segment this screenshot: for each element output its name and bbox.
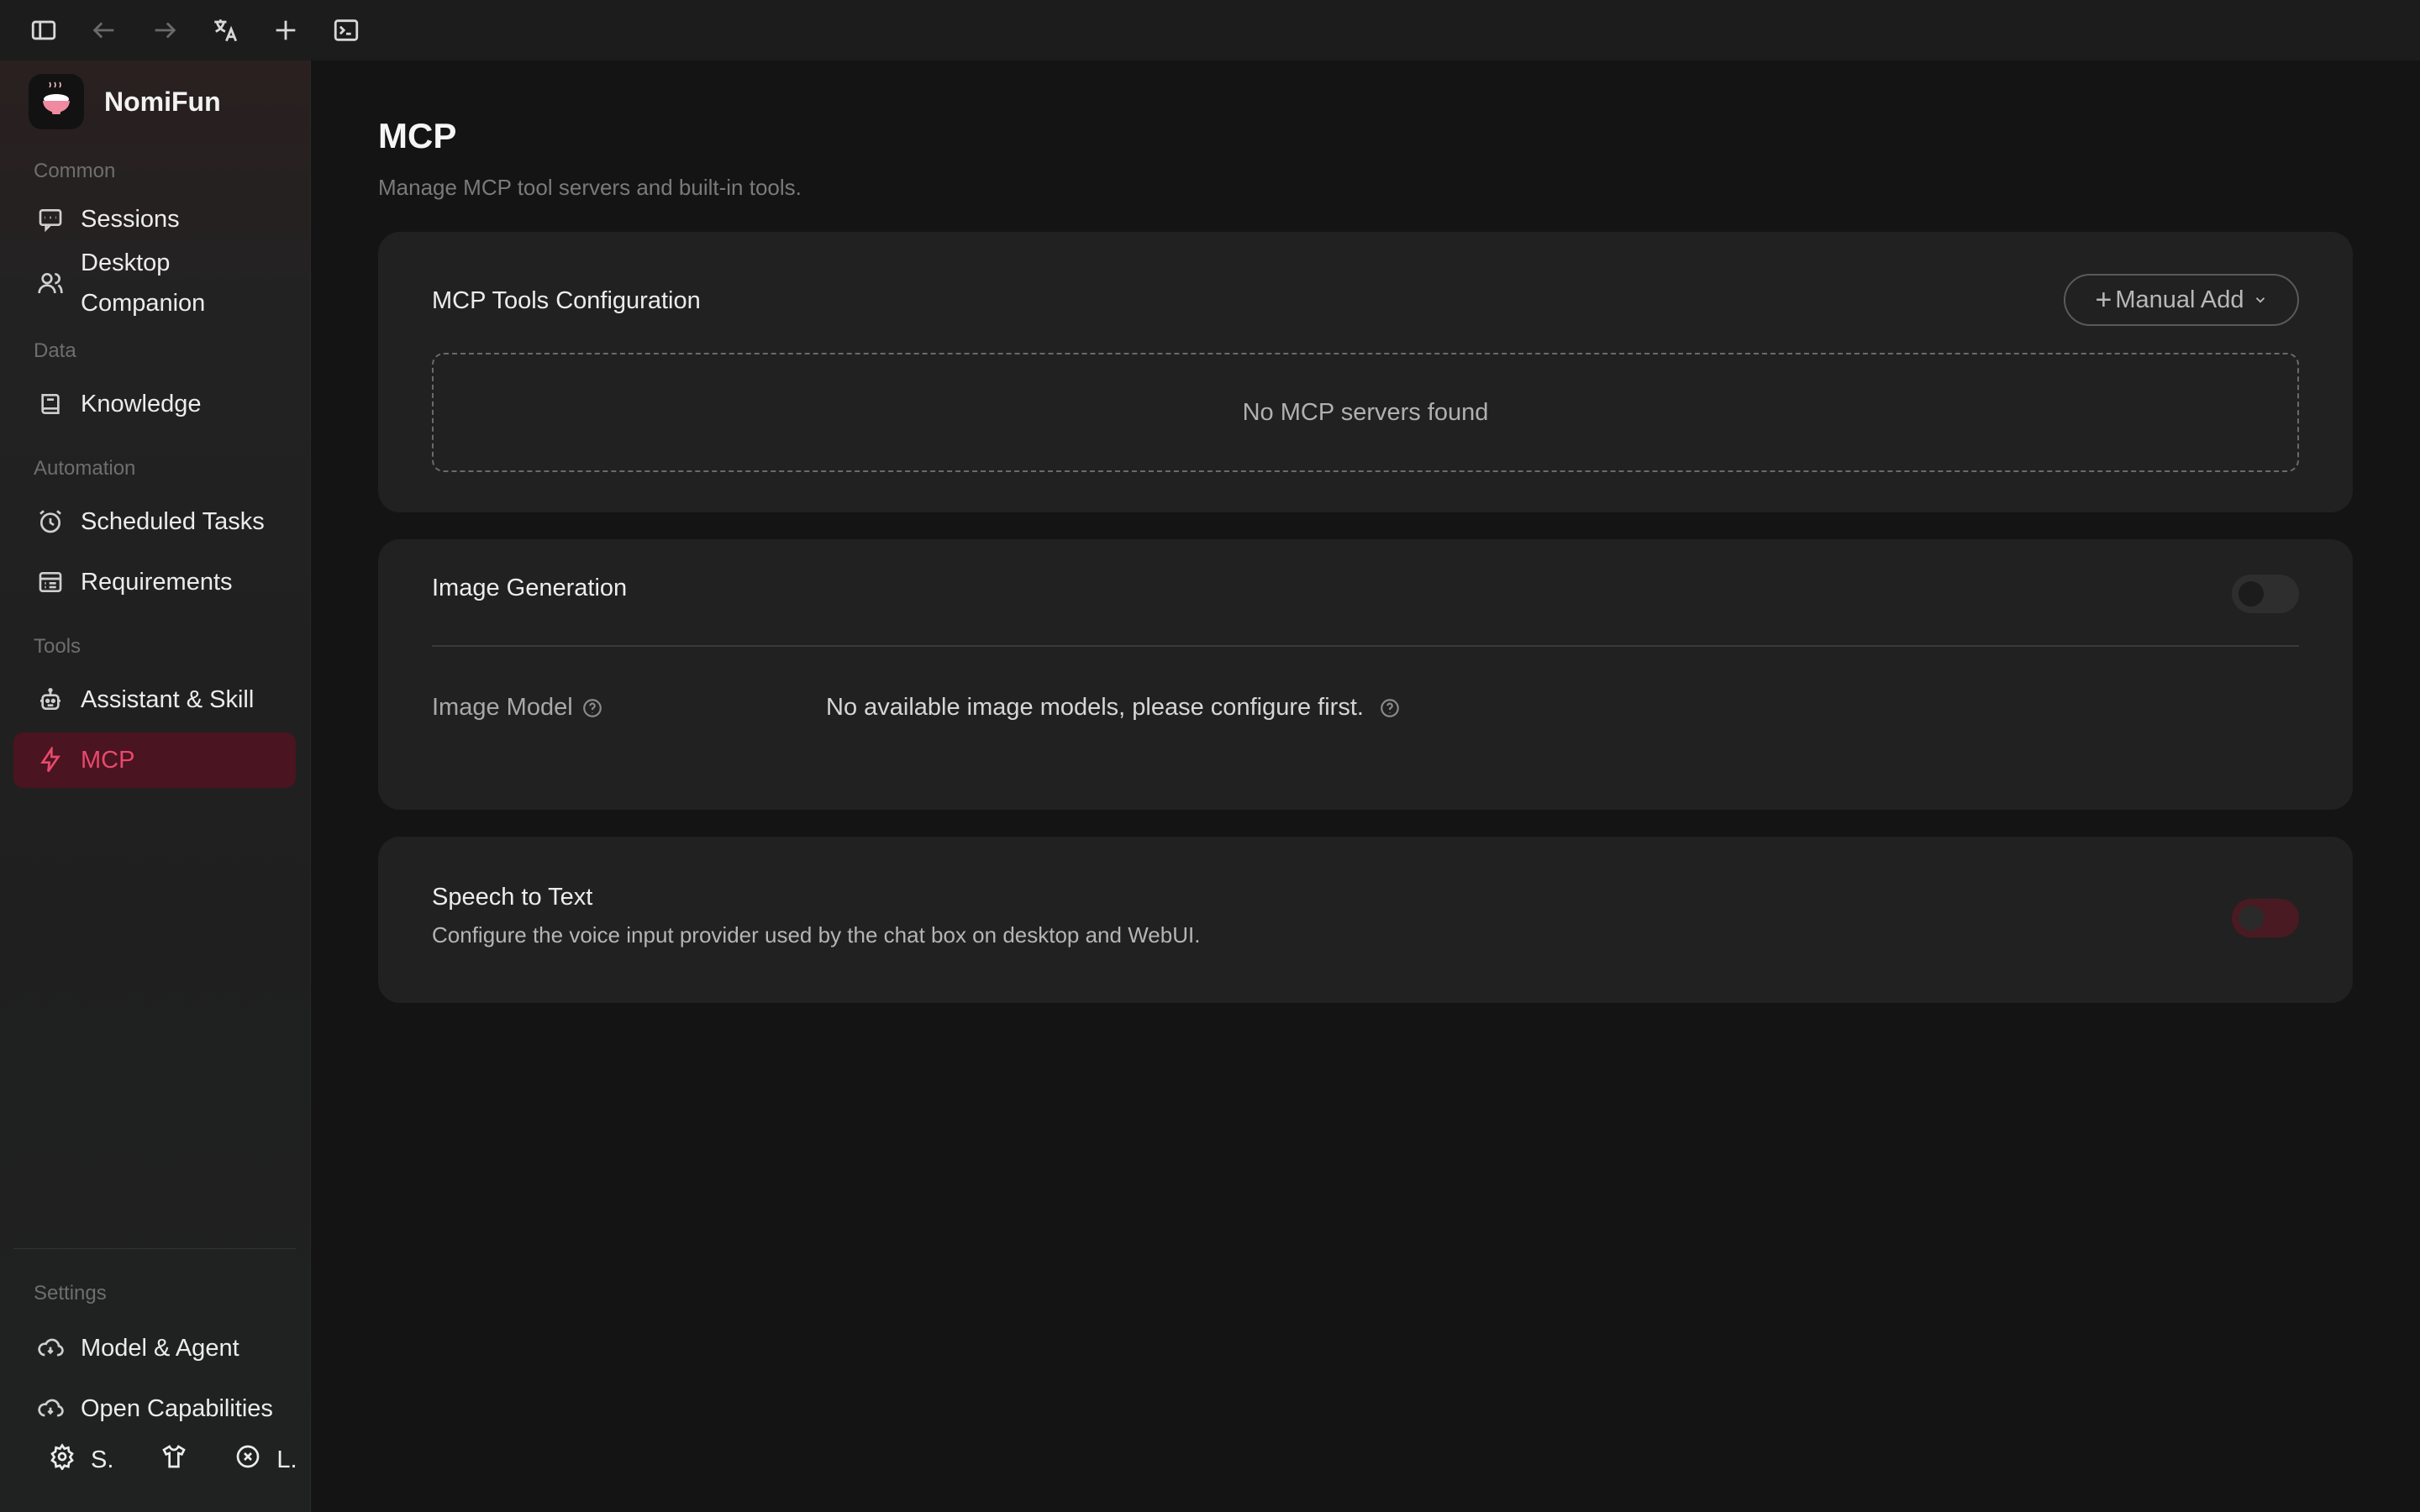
translate-icon[interactable] bbox=[207, 12, 244, 49]
image-generation-card: Image Generation Image Model No availabl… bbox=[378, 539, 2353, 810]
divider bbox=[432, 645, 2299, 647]
section-common: Common bbox=[34, 160, 116, 182]
book-icon bbox=[34, 387, 67, 421]
gear-icon bbox=[49, 1443, 76, 1477]
image-model-value-text: No available image models, please config… bbox=[826, 694, 1364, 721]
list-icon bbox=[34, 565, 67, 599]
sidebar-item-mcp[interactable]: MCP bbox=[13, 732, 296, 788]
label-line-1: Desktop bbox=[81, 249, 171, 276]
help-circle-icon[interactable] bbox=[1379, 697, 1401, 719]
sidebar-item-sessions[interactable]: Sessions bbox=[13, 198, 296, 240]
sidebar-item-assistant-skill[interactable]: Assistant & Skill bbox=[13, 672, 296, 727]
shirt-icon bbox=[160, 1443, 187, 1477]
plus-icon: + bbox=[2095, 283, 2112, 316]
mcp-tools-card: MCP Tools Configuration + Manual Add No … bbox=[378, 232, 2353, 512]
lightning-icon bbox=[34, 743, 67, 777]
language-button[interactable]: L. bbox=[219, 1443, 297, 1477]
page-subtitle: Manage MCP tool servers and built-in too… bbox=[378, 175, 802, 200]
brand[interactable]: NomiFun bbox=[29, 74, 221, 129]
sidebar: NomiFun Common Sessions Desktop Companio… bbox=[0, 60, 311, 1512]
sidebar-item-label: Model & Agent bbox=[81, 1335, 239, 1362]
image-model-value: No available image models, please config… bbox=[826, 694, 1401, 722]
settings-button[interactable]: S. bbox=[34, 1443, 113, 1477]
sidebar-item-label: Knowledge bbox=[81, 391, 202, 417]
section-settings: Settings bbox=[34, 1282, 107, 1305]
main-content: MCP Manage MCP tool servers and built-in… bbox=[312, 60, 2420, 1512]
chevron-down-icon bbox=[2253, 286, 2268, 314]
image-model-label: Image Model bbox=[432, 694, 603, 722]
image-generation-toggle[interactable] bbox=[2232, 575, 2299, 613]
sidebar-item-model-agent[interactable]: Model & Agent bbox=[13, 1320, 296, 1376]
language-short-label: L. bbox=[276, 1446, 297, 1473]
sidebar-divider bbox=[13, 1248, 296, 1249]
sidebar-item-scheduled-tasks[interactable]: Scheduled Tasks bbox=[13, 494, 296, 549]
plus-icon[interactable] bbox=[267, 12, 304, 49]
speech-to-text-toggle[interactable] bbox=[2232, 899, 2299, 937]
sidebar-item-requirements[interactable]: Requirements bbox=[13, 554, 296, 610]
empty-servers-placeholder: No MCP servers found bbox=[432, 353, 2299, 472]
toggle-knob bbox=[2238, 581, 2264, 606]
sidebar-item-label: Sessions bbox=[81, 206, 180, 233]
help-circle-icon[interactable] bbox=[581, 697, 603, 719]
manual-add-button[interactable]: + Manual Add bbox=[2064, 274, 2299, 326]
app-logo bbox=[29, 74, 84, 129]
theme-button[interactable] bbox=[145, 1443, 187, 1477]
sidebar-item-desktop-companion[interactable]: Desktop Companion bbox=[13, 244, 296, 323]
chat-icon bbox=[34, 202, 67, 236]
page-title: MCP bbox=[378, 116, 457, 155]
speech-to-text-title: Speech to Text bbox=[432, 884, 593, 911]
label-line-2: Companion bbox=[81, 290, 206, 317]
users-icon bbox=[34, 266, 67, 300]
settings-short-label: S. bbox=[91, 1446, 114, 1473]
speech-to-text-card: Speech to Text Configure the voice input… bbox=[378, 837, 2353, 1003]
mcp-tools-title: MCP Tools Configuration bbox=[432, 287, 701, 314]
toggle-knob bbox=[2238, 906, 2264, 931]
manual-add-label: Manual Add bbox=[2115, 286, 2244, 313]
close-circle-icon bbox=[234, 1443, 261, 1477]
sidebar-item-label: Scheduled Tasks bbox=[81, 508, 265, 535]
terminal-icon[interactable] bbox=[328, 12, 365, 49]
sidebar-item-label: MCP bbox=[81, 747, 135, 774]
section-automation: Automation bbox=[34, 457, 136, 480]
robot-icon bbox=[34, 683, 67, 717]
image-generation-title: Image Generation bbox=[432, 575, 628, 601]
app-name: NomiFun bbox=[104, 86, 221, 117]
speech-to-text-description: Configure the voice input provider used … bbox=[432, 922, 1201, 948]
sidebar-item-label: Assistant & Skill bbox=[81, 686, 255, 713]
sidebar-item-label: Open Capabilities bbox=[81, 1395, 273, 1422]
sidebar-item-open-capabilities[interactable]: Open Capabilities bbox=[13, 1381, 296, 1436]
image-model-label-text: Image Model bbox=[432, 694, 573, 721]
alarm-clock-icon bbox=[34, 505, 67, 538]
sidebar-item-label: Desktop Companion bbox=[81, 243, 205, 323]
sidebar-toggle-icon[interactable] bbox=[25, 12, 62, 49]
cloud-sync-icon bbox=[34, 1392, 67, 1425]
back-arrow-icon[interactable] bbox=[86, 12, 123, 49]
sidebar-item-knowledge[interactable]: Knowledge bbox=[13, 376, 296, 432]
title-bar bbox=[0, 0, 2420, 60]
section-tools: Tools bbox=[34, 635, 82, 658]
forward-arrow-icon[interactable] bbox=[146, 12, 183, 49]
cloud-sync-icon bbox=[34, 1331, 67, 1365]
sidebar-item-label: Requirements bbox=[81, 569, 233, 596]
sidebar-footer: S. L. bbox=[34, 1443, 329, 1477]
section-data: Data bbox=[34, 339, 76, 362]
